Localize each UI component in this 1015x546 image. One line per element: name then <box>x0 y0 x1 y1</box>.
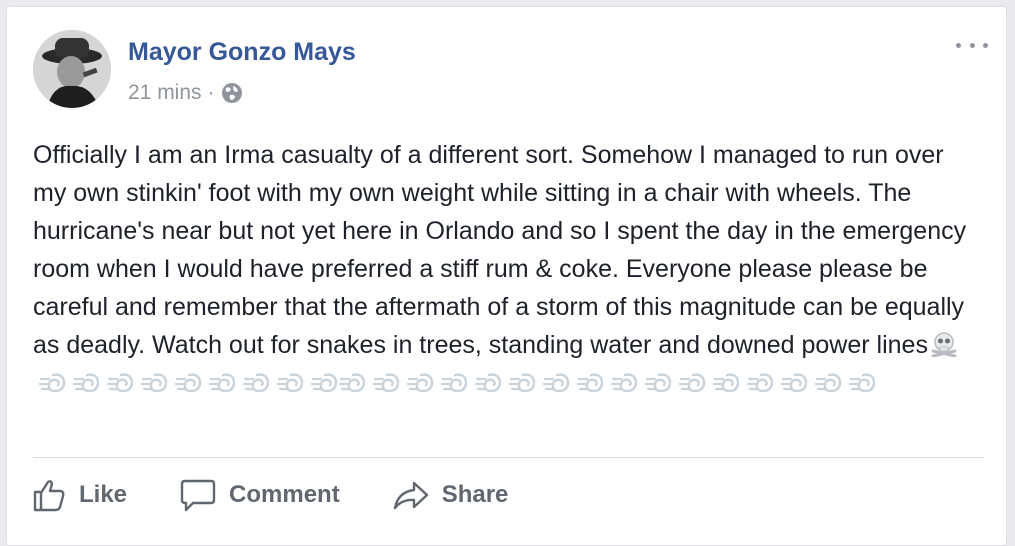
dashing-away-icon <box>780 368 809 393</box>
divider <box>33 457 984 458</box>
timestamp[interactable]: 21 mins <box>128 81 202 105</box>
dashing-away-icon <box>38 368 67 393</box>
dashing-away-icon <box>242 368 271 393</box>
dashing-away-icon <box>712 368 741 393</box>
share-arrow-icon <box>393 481 428 510</box>
dashing-away-icon <box>72 368 101 393</box>
dashing-away-icon <box>406 368 435 393</box>
dashing-away-icon <box>678 368 707 393</box>
post-card: Mayor Gonzo Mays 21 mins · Officially I … <box>6 6 1007 546</box>
comment-button[interactable]: Comment <box>179 477 340 513</box>
post-body: Officially I am an Irma casualty of a di… <box>33 136 983 402</box>
dashing-away-icon <box>338 368 367 393</box>
share-button[interactable]: Share <box>392 477 509 513</box>
meta-separator: · <box>207 81 215 104</box>
globe-icon[interactable] <box>221 82 243 104</box>
dashing-away-icon <box>276 368 305 393</box>
dashing-away-icon <box>814 368 843 393</box>
dashing-away-icon <box>106 368 135 393</box>
dashing-away-emojis <box>33 369 877 397</box>
dashing-away-icon <box>848 368 877 393</box>
author-name[interactable]: Mayor Gonzo Mays <box>128 38 356 67</box>
dashing-away-icon <box>576 368 605 393</box>
dashing-away-icon <box>372 368 401 393</box>
dashing-away-icon <box>174 368 203 393</box>
more-options-icon[interactable] <box>956 35 988 55</box>
avatar[interactable] <box>33 30 111 108</box>
action-bar: Like Comment Share <box>31 473 560 517</box>
dashing-away-icon <box>140 368 169 393</box>
dashing-away-icon <box>644 368 673 393</box>
skull-crossbones-icon <box>930 330 958 358</box>
dashing-away-icon <box>508 368 537 393</box>
post-text: Officially I am an Irma casualty of a di… <box>33 141 967 359</box>
dashing-away-icon <box>746 368 775 393</box>
dashing-away-icon <box>440 368 469 393</box>
dashing-away-icon <box>208 368 237 393</box>
dashing-away-icon <box>310 368 339 393</box>
thumbs-up-icon <box>33 480 65 512</box>
post-meta: 21 mins · <box>128 79 243 107</box>
comment-label: Comment <box>229 481 340 508</box>
dashing-away-icon <box>542 368 571 393</box>
like-label: Like <box>79 481 128 508</box>
share-label: Share <box>441 481 509 508</box>
comment-icon <box>180 479 216 512</box>
dashing-away-icon <box>474 368 503 393</box>
like-button[interactable]: Like <box>31 477 127 513</box>
dashing-away-icon <box>610 368 639 393</box>
